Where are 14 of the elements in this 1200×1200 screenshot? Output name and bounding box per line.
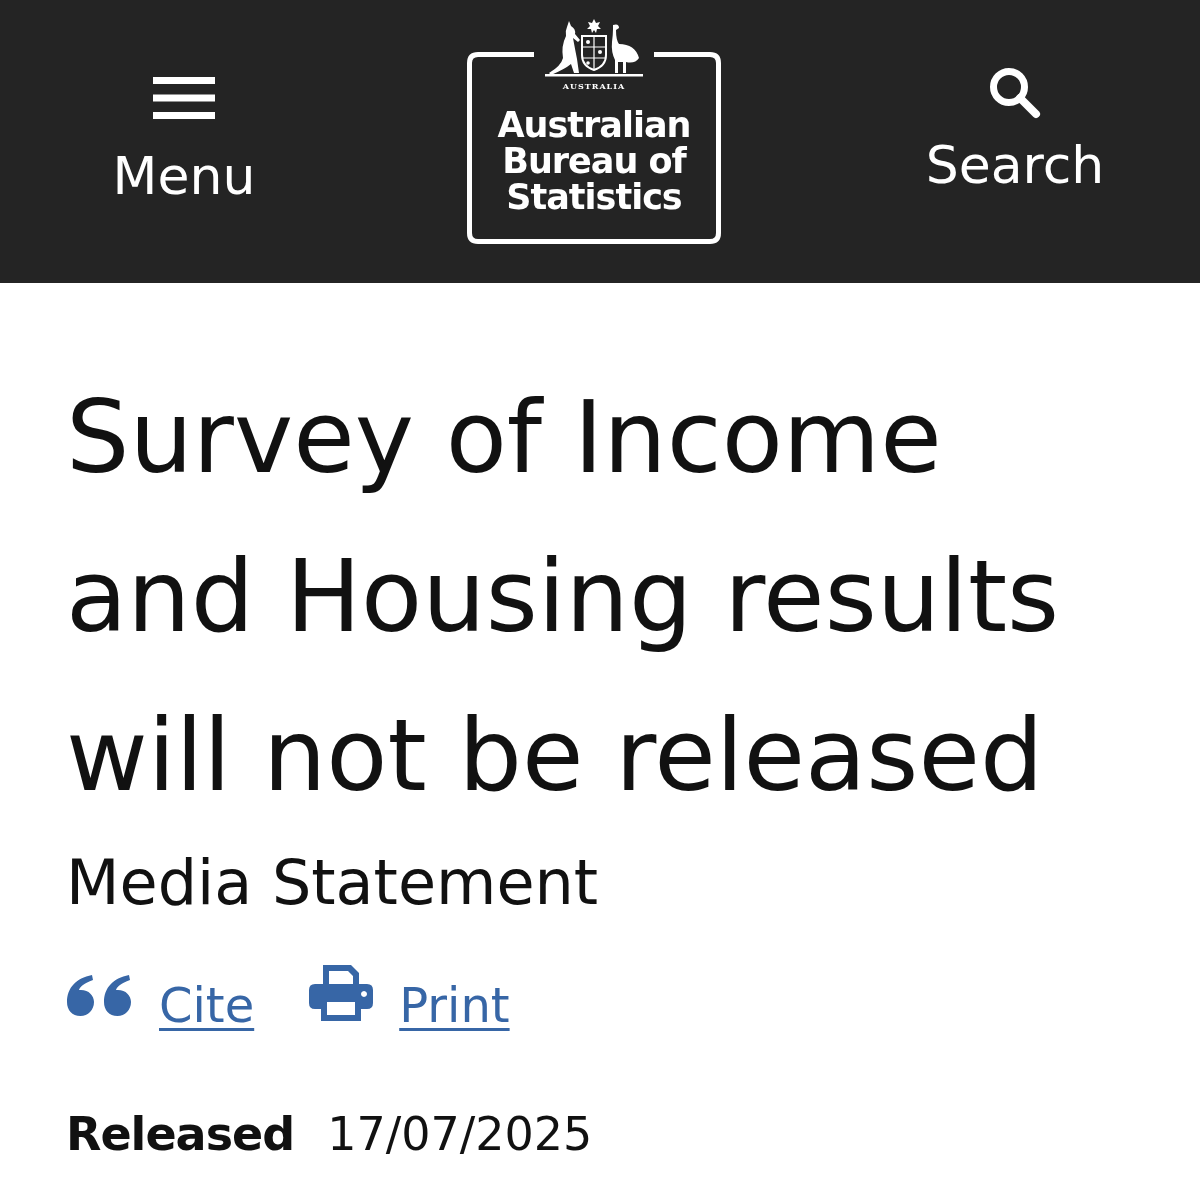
logo-link[interactable]: AUSTRALIA Australian Bureau of Statistics [467, 19, 721, 244]
cite-link[interactable]: Cite [66, 975, 255, 1035]
menu-button[interactable]: Menu [100, 77, 268, 206]
crest-motto-text: AUSTRALIA [562, 81, 626, 91]
release-date: 17/07/2025 [327, 1106, 593, 1162]
article-title: Survey of Income and Housing results will not be released [66, 378, 1061, 816]
printer-icon [309, 965, 374, 1021]
content-type-label: Media Statement [66, 846, 599, 920]
released-label: Released [66, 1106, 295, 1162]
menu-icon [153, 77, 215, 119]
quote-icon [66, 975, 133, 1016]
print-link[interactable]: Print [309, 965, 510, 1035]
search-button[interactable]: Search [920, 66, 1110, 195]
search-icon [989, 66, 1041, 119]
